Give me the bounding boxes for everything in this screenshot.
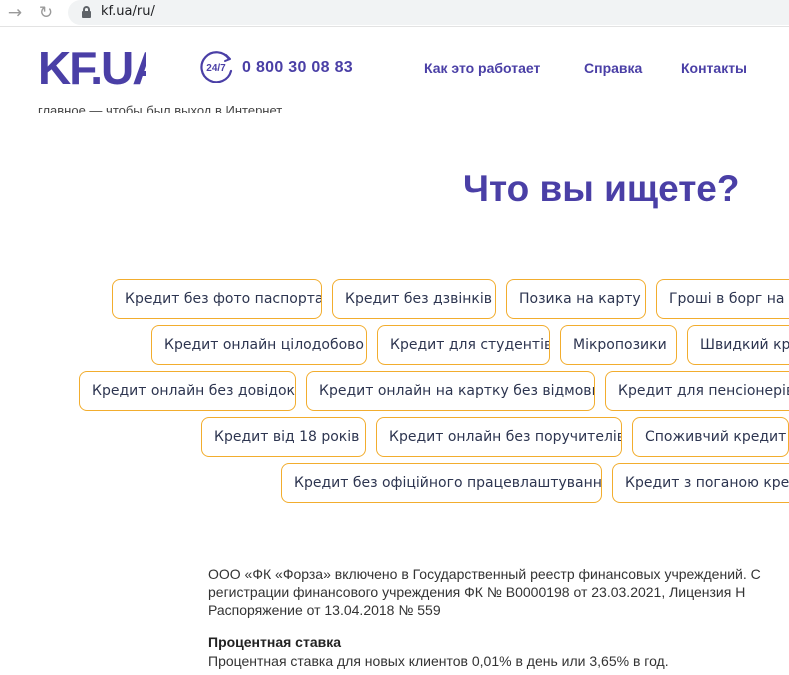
nav-link-how-it-works[interactable]: Как это работает [424,60,540,76]
arrow-back-icon[interactable]: → [4,2,26,24]
nav-link-help[interactable]: Справка [584,60,642,76]
interest-rate-text: Процентная ставка для новых клиентов 0,0… [208,653,669,669]
tag-credit-no-certificates[interactable]: Кредит онлайн без довідок [79,371,296,411]
nav-link-contacts[interactable]: Контакты [681,60,747,76]
logo-text: KF.UA [38,46,146,88]
kf-ua-logo[interactable]: KF.UA [38,46,146,88]
tag-credit-to-card-no-refusal[interactable]: Кредит онлайн на картку без відмови [306,371,595,411]
tag-credit-from-18[interactable]: Кредит від 18 років [201,417,366,457]
clipped-text: главное — чтобы был выход в Интернет [38,103,283,113]
url-text[interactable]: kf.ua/ru/ [101,4,155,19]
page-title: Что вы ищете? [463,168,740,209]
tag-fast-credit[interactable]: Швидкий кредит [687,325,789,365]
tag-credit-bad-history[interactable]: Кредит з поганою кредитною історією [612,463,789,503]
support-24-7-icon: 24/7 [200,51,233,83]
legal-text-line-1: ООО «ФК «Форза» включено в Государственн… [208,566,761,582]
tag-credit-no-passport-photo[interactable]: Кредит без фото паспорта [112,279,322,319]
tag-credit-for-students[interactable]: Кредит для студентів [377,325,550,365]
clipped-text-line: главное — чтобы был выход в Интернет [38,103,338,113]
reload-icon[interactable]: ↻ [35,2,57,24]
browser-toolbar: → ↻ kf.ua/ru/ [0,0,789,27]
tag-credit-for-pensioners[interactable]: Кредит для пенсіонерів [605,371,789,411]
support-badge-text: 24/7 [206,63,226,74]
tag-money-loan-to-card[interactable]: Гроші в борг на карту [656,279,789,319]
tag-credit-no-guarantors[interactable]: Кредит онлайн без поручителів [376,417,622,457]
tag-credit-no-official-employment[interactable]: Кредит без офіційного працевлаштування [281,463,602,503]
tag-consumer-credit[interactable]: Споживчий кредит [632,417,789,457]
tag-credit-no-calls[interactable]: Кредит без дзвінків [332,279,496,319]
lock-icon[interactable] [82,6,91,18]
interest-rate-title: Процентная ставка [208,634,341,650]
phone-number[interactable]: 0 800 30 08 83 [242,59,353,77]
address-bar[interactable]: kf.ua/ru/ [68,0,789,25]
tag-credit-online-24h[interactable]: Кредит онлайн цілодобово [151,325,367,365]
legal-text-line-3: Распоряжение от 13.04.2018 № 559 [208,602,441,618]
tag-loan-to-card[interactable]: Позика на карту [506,279,646,319]
tag-microloans[interactable]: Мікропозики [560,325,677,365]
legal-text-line-2: регистрации финансового учреждения ФК № … [208,584,746,600]
